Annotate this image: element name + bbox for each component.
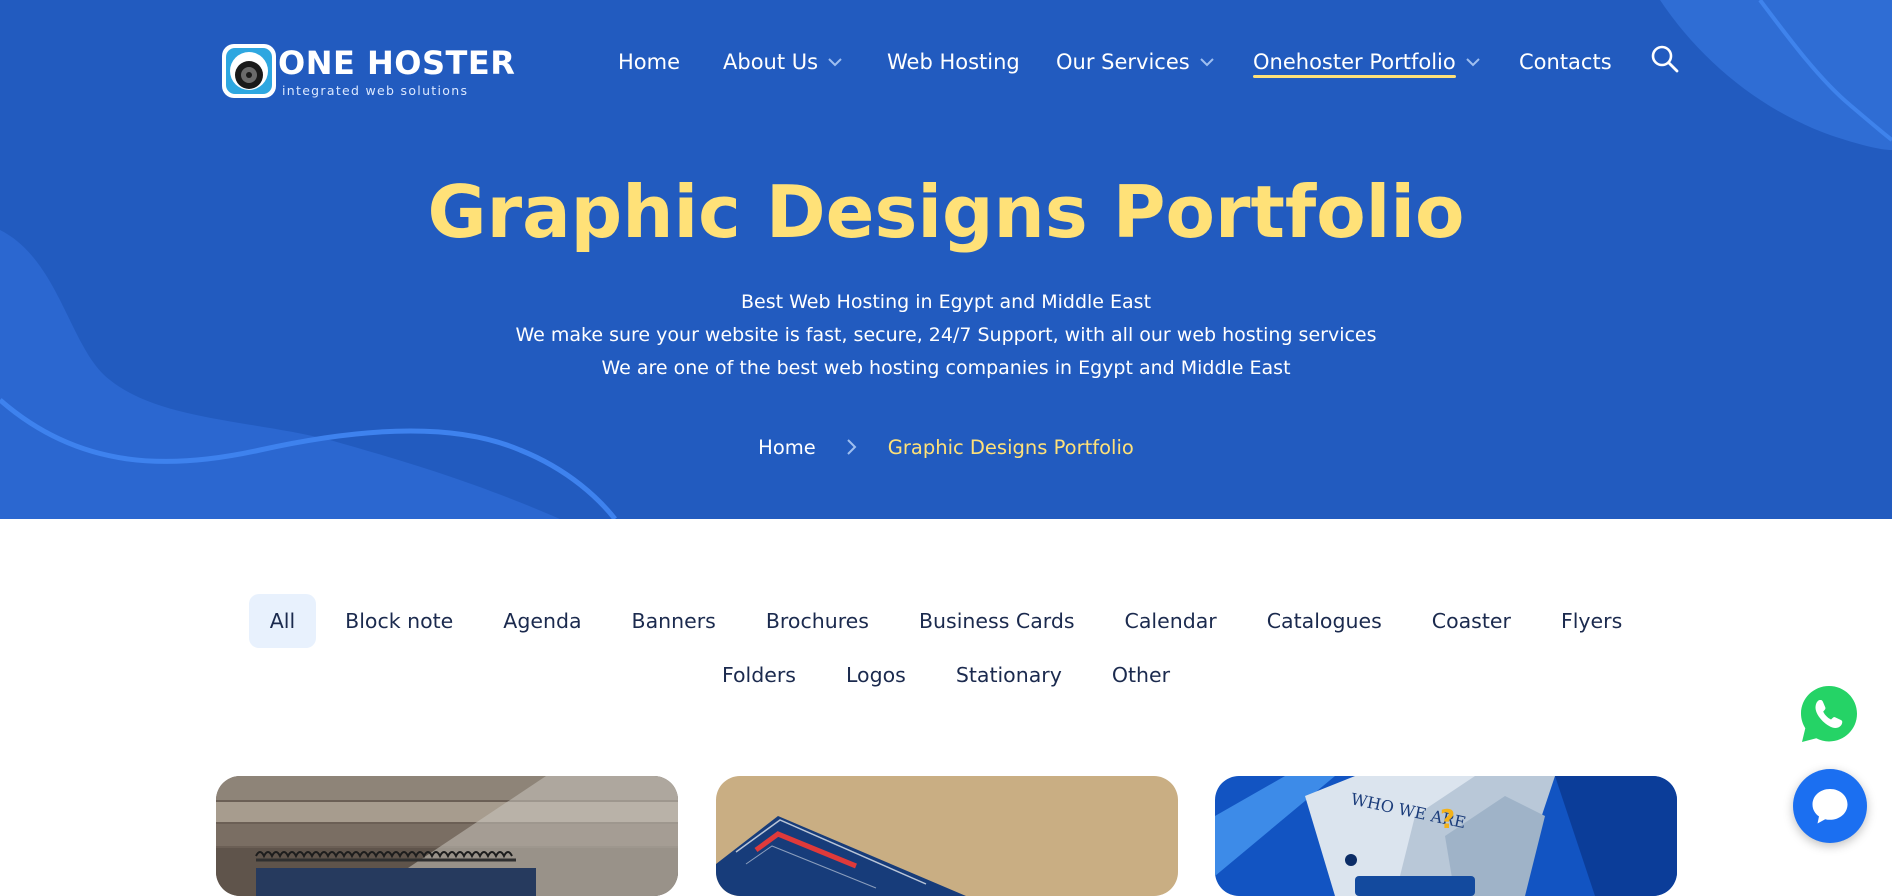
portfolio-card-image [216, 776, 678, 896]
nav-contacts[interactable]: Contacts [1519, 44, 1612, 80]
hero-section: ONE HOSTER integrated web solutions Home… [0, 0, 1892, 519]
chevron-right-icon [847, 439, 857, 455]
logo-brand: ONE HOSTER [278, 44, 516, 82]
filter-folders[interactable]: Folders [701, 648, 817, 702]
filter-row: Folders Logos Stationary Other [0, 648, 1892, 702]
filter-flyers[interactable]: Flyers [1540, 594, 1643, 648]
chevron-down-icon [1199, 57, 1214, 66]
search-icon[interactable] [1650, 44, 1680, 74]
portfolio-card[interactable]: WHO WE ARE ? [1215, 776, 1677, 896]
logo-mark-icon [222, 44, 276, 98]
nav-onehoster-portfolio[interactable]: Onehoster Portfolio [1253, 44, 1480, 80]
chevron-down-icon [1466, 57, 1480, 66]
nav-web-hosting[interactable]: Web Hosting [887, 44, 1020, 80]
filter-block-note[interactable]: Block note [324, 594, 474, 648]
breadcrumb-home-link[interactable]: Home [758, 436, 816, 459]
hero-description: Best Web Hosting in Egypt and Middle Eas… [0, 286, 1892, 385]
portfolio-card[interactable] [216, 776, 678, 896]
breadcrumb: Home Graphic Designs Portfolio [0, 432, 1892, 462]
filter-agenda[interactable]: Agenda [482, 594, 602, 648]
filter-business-cards[interactable]: Business Cards [898, 594, 1096, 648]
filter-brochures[interactable]: Brochures [745, 594, 890, 648]
nav-label: About Us [723, 50, 819, 74]
portfolio-card-image: WHO WE ARE ? [1215, 776, 1677, 896]
nav-label: Home [618, 50, 681, 74]
filter-calendar[interactable]: Calendar [1104, 594, 1238, 648]
nav-about-us[interactable]: About Us [723, 44, 842, 80]
breadcrumb-current: Graphic Designs Portfolio [887, 435, 1134, 459]
page-title: Graphic Designs Portfolio [427, 170, 1465, 254]
nav-our-services[interactable]: Our Services [1056, 44, 1214, 80]
filter-all[interactable]: All [248, 594, 317, 648]
hero-line: Best Web Hosting in Egypt and Middle Eas… [740, 291, 1152, 313]
nav-label: Contacts [1519, 50, 1612, 74]
hero-line: We are one of the best web hosting compa… [601, 357, 1291, 379]
logo[interactable]: ONE HOSTER integrated web solutions [216, 40, 515, 102]
filter-row: All Block note Agenda Banners Brochures … [0, 594, 1892, 648]
chat-button[interactable] [1793, 769, 1867, 843]
portfolio-card-image [716, 776, 1178, 896]
filter-banners[interactable]: Banners [611, 594, 737, 648]
whatsapp-icon[interactable] [1797, 682, 1861, 746]
filter-stationary[interactable]: Stationary [935, 648, 1083, 702]
nav-label: Our Services [1056, 50, 1190, 74]
filter-other[interactable]: Other [1091, 648, 1191, 702]
logo-tagline: integrated web solutions [282, 83, 469, 98]
nav-label: Onehoster Portfolio [1253, 50, 1456, 74]
nav-active-underline [1253, 75, 1456, 78]
nav-home[interactable]: Home [618, 44, 680, 80]
filter-coaster[interactable]: Coaster [1411, 594, 1532, 648]
nav-label: Web Hosting [887, 50, 1020, 74]
filter-catalogues[interactable]: Catalogues [1246, 594, 1403, 648]
svg-text:?: ? [1440, 805, 1455, 835]
chevron-down-icon [828, 57, 842, 66]
hero-line: We make sure your website is fast, secur… [515, 324, 1377, 346]
filter-logos[interactable]: Logos [825, 648, 927, 702]
portfolio-card[interactable] [716, 776, 1178, 896]
nav-label-active: Onehoster Portfolio [1253, 50, 1456, 78]
chat-icon [1812, 789, 1848, 824]
